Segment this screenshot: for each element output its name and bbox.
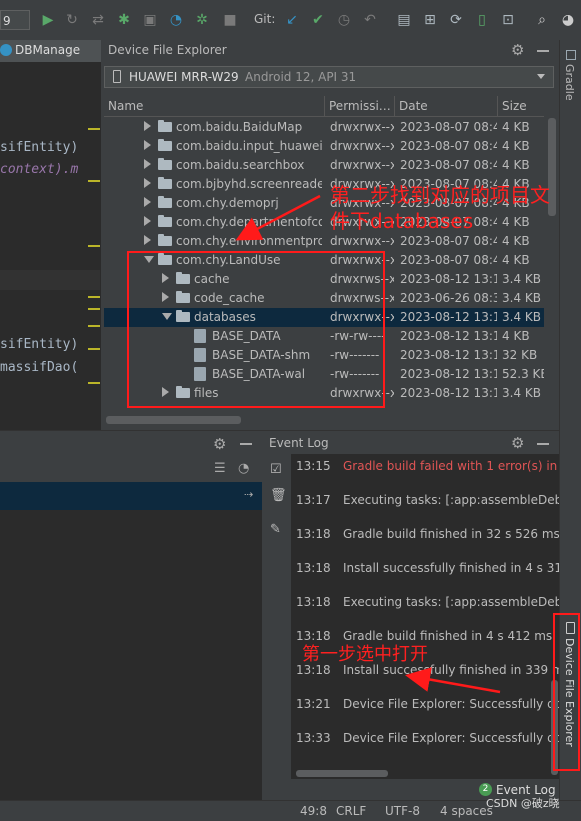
annotation-arrows [235,194,501,694]
annotation-arrow-step1 [405,667,501,694]
annotation-arrow-step2 [235,194,321,241]
